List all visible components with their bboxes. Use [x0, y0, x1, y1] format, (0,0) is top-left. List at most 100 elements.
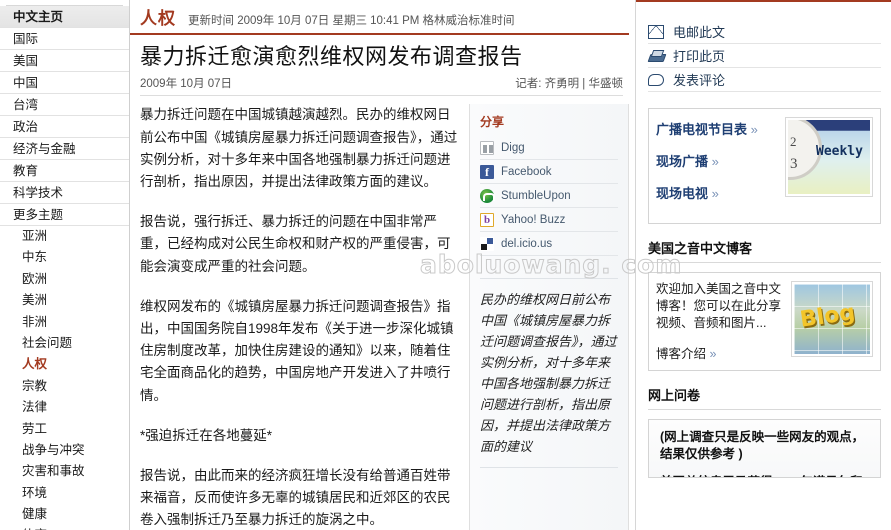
right-top-rule	[636, 0, 891, 2]
broadcast-links: 广播电视节目表 » 现场广播 » 现场电视 »	[656, 117, 779, 215]
sidebar-item-9[interactable]: 更多主题	[0, 204, 129, 226]
sidebar-item-2[interactable]: 美国	[0, 50, 129, 72]
tool-printer[interactable]: 打印此页	[648, 44, 881, 68]
sidebar-subitem-12[interactable]: 环境	[0, 483, 129, 504]
sidebar-subitem-3[interactable]: 美洲	[0, 290, 129, 311]
weekly-label: Weekly	[816, 144, 863, 159]
sidebar-subitem-5[interactable]: 社会问题	[0, 333, 129, 354]
blog-description: 欢迎加入美国之音中文博客！您可以在此分享视频、音频和图片...	[656, 282, 782, 330]
sidebar-subitem-2[interactable]: 欧洲	[0, 269, 129, 290]
poll-box: (网上调查只是反映一些网友的观点，结果仅供参考 ) 美国总统奥巴马获得2009年…	[648, 419, 881, 478]
sidebar-item-1[interactable]: 国际	[0, 28, 129, 50]
sidebar-item-5[interactable]: 政治	[0, 116, 129, 138]
article-date: 2009年 10月 07日	[140, 78, 233, 91]
pull-quote: 民办的维权网日前公布中国《城镇房屋暴力拆迁问题调查报告》，通过实例分析，对十多年…	[480, 278, 618, 469]
stumbleupon-icon	[480, 188, 495, 203]
tool-comment[interactable]: 发表评论	[648, 68, 881, 92]
broadcast-link-label: 现场电视	[656, 186, 709, 201]
blog-intro-link[interactable]: 博客介绍 »	[656, 343, 785, 362]
share-item-digg[interactable]: Digg	[480, 136, 618, 161]
share-list: Digg f Facebook StumbleUpon b Yahoo! Buzz del.…	[480, 136, 618, 257]
sidebar-subitem-13[interactable]: 健康	[0, 504, 129, 525]
sidebar-subitem-10[interactable]: 战争与冲突	[0, 440, 129, 461]
article-body: 暴力拆迁问题在中国城镇越演越烈。民办的维权网日前公布中国《城镇房屋暴力拆迁问题调…	[130, 104, 460, 530]
article-paragraph-0: 暴力拆迁问题在中国城镇越演越烈。民办的维权网日前公布中国《城镇房屋暴力拆迁问题调…	[140, 107, 458, 189]
broadcast-thumbnail[interactable]: 2 3 Weekly	[785, 117, 873, 197]
byline-row: 2009年 10月 07日 记者: 齐勇明 | 华盛顿	[140, 75, 623, 97]
article-column: 人权 更新时间 2009年 10月 07日 星期三 10:41 PM 格林威治标…	[130, 0, 682, 530]
share-item-yahoo--buzz[interactable]: b Yahoo! Buzz	[480, 208, 618, 233]
chevron-right-icon: »	[711, 186, 719, 201]
share-item-label: StumbleUpon	[501, 189, 571, 202]
broadcast-link-label: 现场广播	[656, 154, 709, 169]
share-item-label: Digg	[501, 141, 525, 154]
sidebar-item-3[interactable]: 中国	[0, 72, 129, 94]
share-item-label: Facebook	[501, 165, 552, 178]
blog-intro-label: 博客介绍	[656, 347, 707, 361]
left-sidebar: 中文主页 国际 美国 中国 台湾 政治 经济与金融 教育 科学技术 更多主题 亚洲 中东 欧洲 美洲 非洲…	[0, 0, 130, 530]
broadcast-promo-box: 广播电视节目表 » 现场广播 » 现场电视 » 2 3 Weekly	[648, 108, 881, 224]
article-kicker-row: 人权 更新时间 2009年 10月 07日 星期三 10:41 PM 格林威治标…	[130, 0, 629, 35]
sidebar-subitem-9[interactable]: 劳工	[0, 419, 129, 440]
page-title: 暴力拆迁愈演愈烈维权网发布调查报告	[140, 44, 523, 69]
sidebar-item-7[interactable]: 教育	[0, 160, 129, 182]
sidebar-item-0[interactable]: 中文主页	[0, 6, 129, 28]
article-tools: 电邮此文 打印此页发表评论	[648, 20, 881, 92]
sidebar-subitem-11[interactable]: 灾害和事故	[0, 461, 129, 482]
broadcast-link-1[interactable]: 现场广播 »	[656, 151, 779, 170]
poll-note: (网上调查只是反映一些网友的观点，结果仅供参考 )	[660, 430, 865, 461]
page-root: 中文主页 国际 美国 中国 台湾 政治 经济与金融 教育 科学技术 更多主题 亚洲 中东 欧洲 美洲 非洲…	[0, 0, 891, 530]
share-item-label: del.icio.us	[501, 237, 553, 250]
poll-question: 美国总统奥巴马获得2009年诺贝尔和平奖。您认为奥巴马获得诺贝尔奖委员会的表彰是…	[660, 474, 869, 477]
sidebar-subitem-6[interactable]: 人权	[0, 354, 129, 375]
clock-numeral-3: 3	[790, 156, 798, 172]
blog-promo-box: 欢迎加入美国之音中文博客！您可以在此分享视频、音频和图片... 博客介绍 » B…	[648, 272, 881, 371]
article-paragraph-1: 报告说，强行拆迁、暴力拆迁的问题在中国非常严重，已经构成对公民生命权和财产权的严…	[140, 214, 451, 274]
chevron-right-icon: »	[750, 122, 758, 137]
sidebar-item-6[interactable]: 经济与金融	[0, 138, 129, 160]
article-paragraph-4: 报告说，由此而来的经济疯狂增长没有给普通百姓带来福音，反而使许多无辜的城镇居民和…	[140, 467, 451, 528]
sidebar-sub-nav: 亚洲中东欧洲美洲非洲社会问题人权宗教法律劳工战争与冲突灾害和事故环境健康体育生活…	[0, 226, 129, 530]
sidebar-subitem-8[interactable]: 法律	[0, 397, 129, 418]
sidebar-subitem-0[interactable]: 亚洲	[0, 226, 129, 247]
tool-label: 发表评论	[673, 73, 726, 88]
sidebar-main-nav: 中文主页 国际 美国 中国 台湾 政治 经济与金融 教育 科学技术 更多主题	[0, 6, 129, 226]
broadcast-link-label: 广播电视节目表	[656, 122, 748, 137]
yahoo-buzz-icon: b	[480, 212, 494, 227]
article-paragraph-2: 维权网发布的《城镇房屋暴力拆迁问题调查报告》指出，中国国务院自1998年发布《关…	[140, 298, 454, 403]
printer-icon	[648, 49, 664, 63]
share-title: 分享	[480, 115, 505, 130]
tool-mail[interactable]: 电邮此文	[648, 20, 881, 44]
sidebar-item-8[interactable]: 科学技术	[0, 182, 129, 204]
right-sidebar: 电邮此文 打印此页 发表评论 广播电视节目表 » 现场广播 » 现场电视 » 2 3 W…	[635, 0, 891, 530]
share-item-facebook[interactable]: f Facebook	[480, 160, 618, 185]
sidebar-subitem-14[interactable]: 体育	[0, 525, 129, 530]
comment-icon	[648, 73, 664, 86]
facebook-icon: f	[480, 164, 494, 179]
broadcast-link-0[interactable]: 广播电视节目表 »	[656, 119, 779, 138]
sidebar-item-4[interactable]: 台湾	[0, 94, 129, 116]
blog-thumbnail[interactable]: Blog	[791, 281, 873, 357]
mail-icon	[648, 24, 664, 39]
share-rail: 分享 Digg f Facebook StumbleUpon b Yahoo! Buzz d…	[469, 104, 629, 530]
poll-section-title: 网上问卷	[648, 385, 881, 410]
sidebar-subitem-7[interactable]: 宗教	[0, 376, 129, 397]
blog-section-title: 美国之音中文博客	[648, 238, 881, 263]
broadcast-link-2[interactable]: 现场电视 »	[656, 183, 779, 202]
chevron-right-icon: »	[711, 154, 719, 169]
category-kicker[interactable]: 人权	[140, 4, 176, 29]
chevron-right-icon: »	[709, 347, 717, 361]
article-body-wrap: 暴力拆迁问题在中国城镇越演越烈。民办的维权网日前公布中国《城镇房屋暴力拆迁问题调…	[130, 104, 635, 530]
sidebar-subitem-1[interactable]: 中东	[0, 247, 129, 268]
delicious-icon	[480, 236, 494, 251]
article-paragraph-3: *强迫拆迁在各地蔓延*	[140, 427, 273, 443]
blog-text-wrap: 欢迎加入美国之音中文博客！您可以在此分享视频、音频和图片... 博客介绍 »	[656, 281, 785, 362]
article-byline: 记者: 齐勇明 | 华盛顿	[515, 78, 623, 91]
blog-image: Blog	[794, 284, 870, 354]
digg-icon	[480, 140, 494, 155]
sidebar-subitem-4[interactable]: 非洲	[0, 312, 129, 333]
updated-timestamp: 更新时间 2009年 10月 07日 星期三 10:41 PM 格林威治标准时间	[188, 15, 515, 27]
share-item-label: Yahoo! Buzz	[501, 213, 566, 226]
share-item-del-icio-us[interactable]: del.icio.us	[480, 232, 618, 257]
share-item-stumbleupon[interactable]: StumbleUpon	[480, 184, 618, 209]
